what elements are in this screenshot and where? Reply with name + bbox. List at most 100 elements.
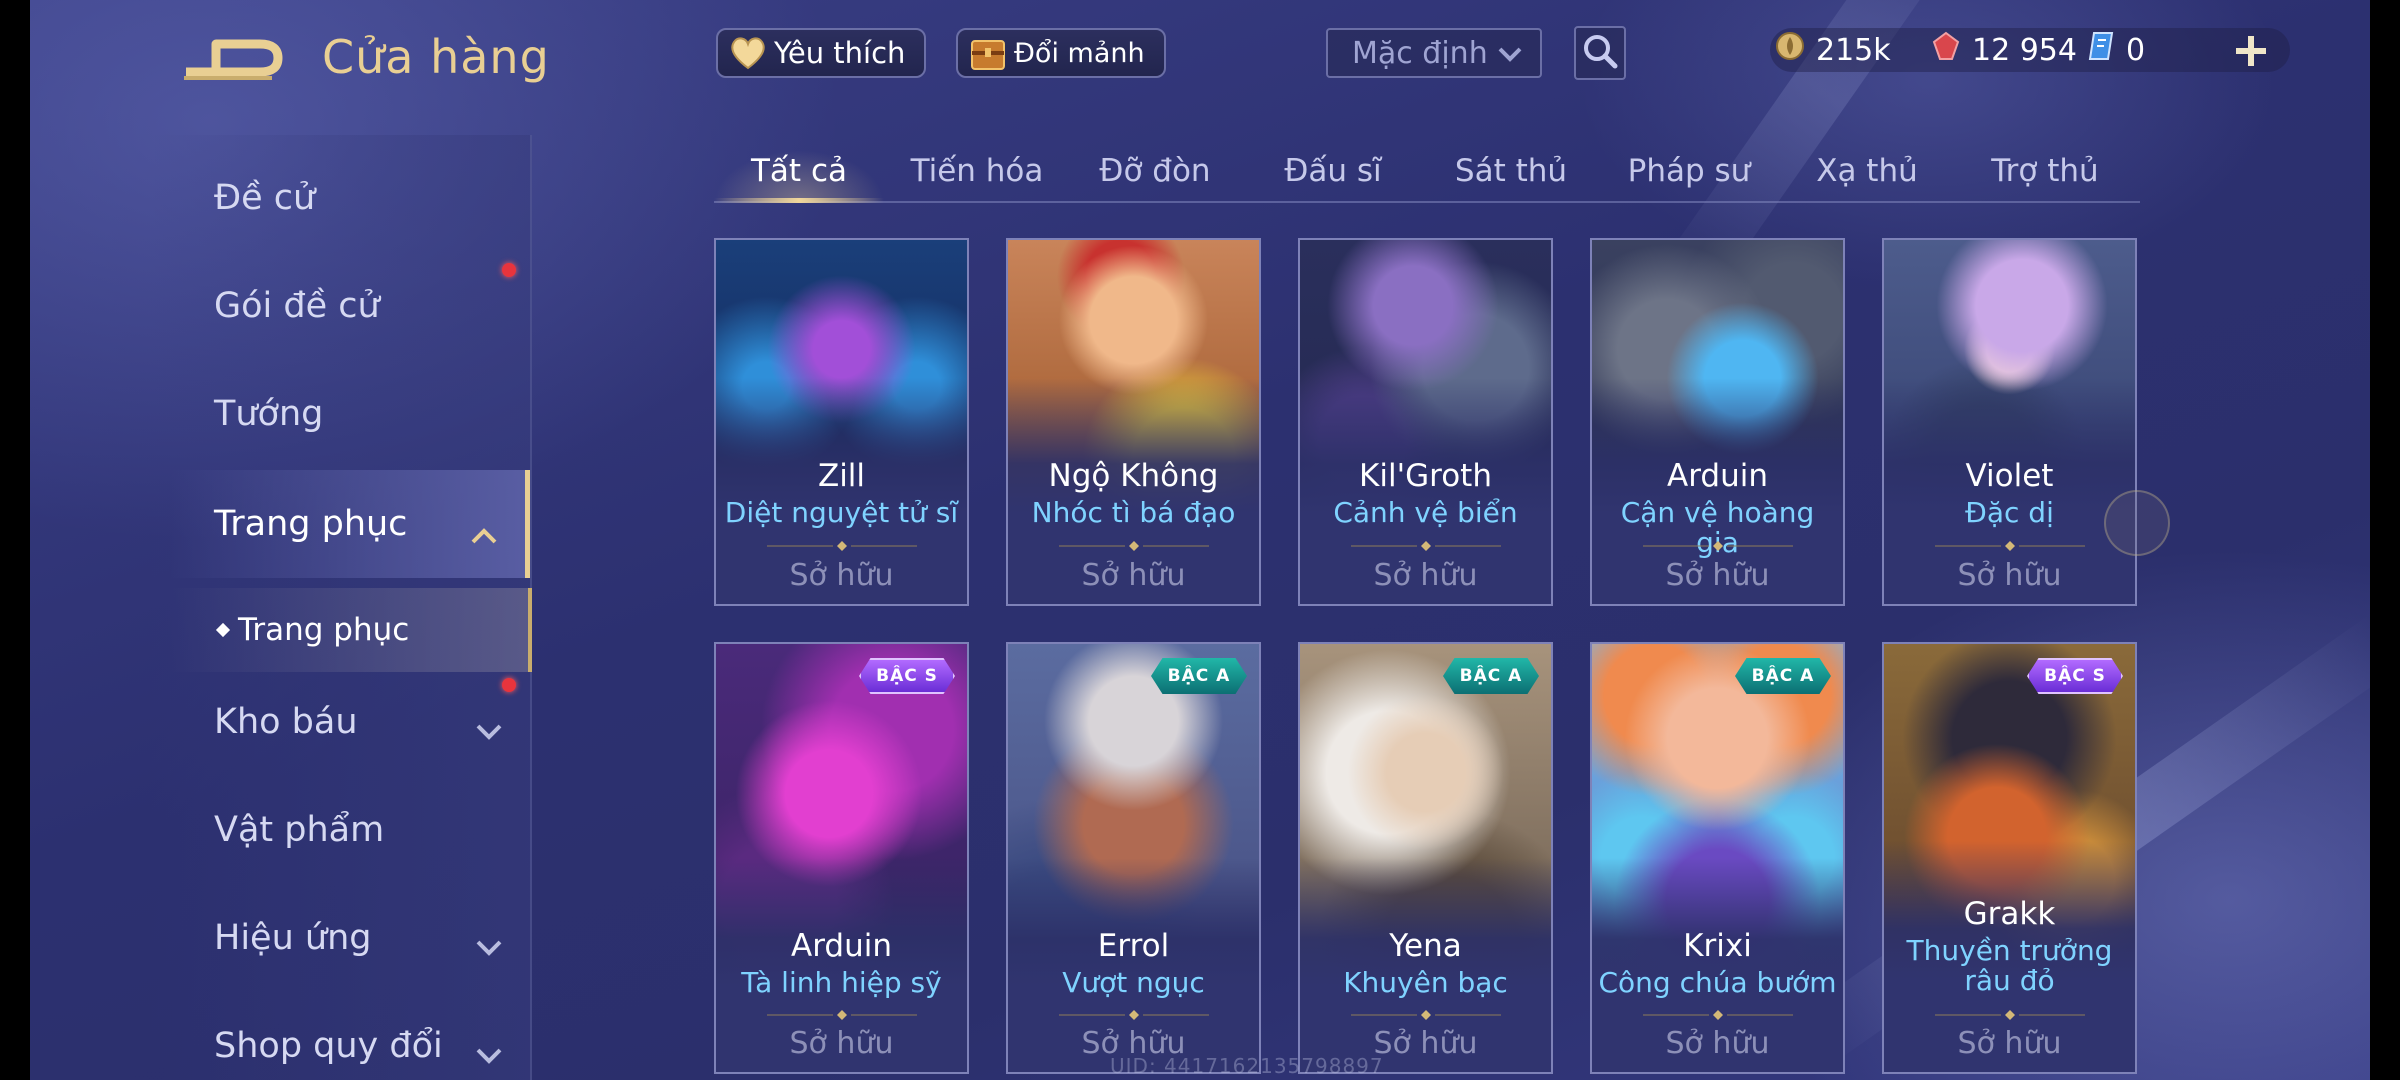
skin-name: Cảnh vệ biển <box>1333 496 1518 529</box>
search-button[interactable] <box>1574 26 1626 80</box>
skin-name: Thuyền trưởng râu đỏ <box>1906 934 2113 997</box>
gem-balance: 12 954 <box>1930 28 2077 72</box>
ornament-divider <box>1934 541 2085 551</box>
tier-badge: BẬC A <box>1735 658 1831 694</box>
sidebar-item-effects[interactable]: Hiệu ứng <box>170 888 530 988</box>
tab-tank[interactable]: Đỡ đòn <box>1070 140 1240 202</box>
sidebar-subitem-skins[interactable]: Trang phục <box>170 588 532 672</box>
voucher-icon <box>2086 30 2116 70</box>
owned-status: Sở hữu <box>1665 558 1770 593</box>
sidebar-item-label: Tướng <box>214 394 324 434</box>
hero-name: Arduin <box>1667 458 1768 494</box>
sidebar-item-recommended[interactable]: Đề cử <box>170 148 530 248</box>
tab-all[interactable]: Tất cả <box>714 140 884 202</box>
skin-name: Nhóc tì bá đạo <box>1031 496 1236 529</box>
favorites-label: Yêu thích <box>774 36 906 70</box>
scroll-hint-icon[interactable] <box>2104 490 2170 556</box>
ornament-divider <box>1642 1010 1793 1020</box>
owned-status: Sở hữu <box>1957 558 2062 593</box>
owned-status: Sở hữu <box>1665 1026 1770 1061</box>
sidebar-item-heroes[interactable]: Tướng <box>170 364 530 464</box>
fragment-exchange-label: Đổi mảnh <box>1014 37 1145 69</box>
voucher-balance: 0 <box>2086 28 2145 72</box>
sidebar-item-items[interactable]: Vật phẩm <box>170 780 530 880</box>
ornament-divider <box>1934 1010 2085 1020</box>
tab-mage[interactable]: Pháp sư <box>1604 140 1774 202</box>
gold-amount: 215k <box>1816 32 1891 68</box>
skin-card[interactable]: BẬC A Yena Khuyên bạc Sở hữu <box>1298 642 1553 1074</box>
user-id-watermark: UID: 4417162135798897 <box>1110 1054 1384 1078</box>
skin-card[interactable]: BẬC S Grakk Thuyền trưởng râu đỏ Sở hữu <box>1882 642 2137 1074</box>
hero-name: Kil'Groth <box>1359 458 1492 494</box>
tab-evolution[interactable]: Tiến hóa <box>892 140 1062 202</box>
tab-fighter[interactable]: Đấu sĩ <box>1248 140 1418 202</box>
owned-status: Sở hữu <box>1373 558 1478 593</box>
ornament-divider <box>1350 1010 1501 1020</box>
chevron-down-icon <box>476 926 502 956</box>
heart-icon <box>728 33 768 73</box>
skin-name: Đặc dị <box>1965 496 2054 529</box>
skin-name: Vượt ngục <box>1062 966 1205 999</box>
treasure-chest-icon <box>968 33 1008 73</box>
skin-card[interactable]: Zill Diệt nguyệt tử sĩ Sở hữu <box>714 238 969 606</box>
owned-status: Sở hữu <box>789 558 894 593</box>
sidebar-item-treasure[interactable]: Kho báu <box>170 672 530 772</box>
gem-amount: 12 954 <box>1972 32 2077 68</box>
category-tabs: Tất cả Tiến hóa Đỡ đòn Đấu sĩ Sát thủ Ph… <box>714 140 2140 204</box>
skin-name: Khuyên bạc <box>1343 966 1508 999</box>
ornament-divider <box>1642 541 1793 551</box>
sidebar-subitem-label: Trang phục <box>238 612 410 648</box>
chevron-down-icon <box>1494 38 1526 78</box>
sidebar-item-label: Vật phẩm <box>214 810 385 850</box>
gold-balance: 215k <box>1774 28 1891 72</box>
hero-name: Grakk <box>1963 896 2056 932</box>
voucher-amount: 0 <box>2126 32 2146 68</box>
skin-card[interactable]: Ngộ Không Nhóc tì bá đạo Sở hữu <box>1006 238 1261 606</box>
skin-card[interactable]: Kil'Groth Cảnh vệ biển Sở hữu <box>1298 238 1553 606</box>
skin-card[interactable]: BẬC S Arduin Tà linh hiệp sỹ Sở hữu <box>714 642 969 1074</box>
sidebar-item-label: Shop quy đổi <box>214 1026 443 1066</box>
sidebar-item-label: Kho báu <box>214 702 358 742</box>
skin-card[interactable]: Arduin Cận vệ hoàng gia Sở hữu <box>1590 238 1845 606</box>
add-currency-button[interactable] <box>2228 28 2274 74</box>
sidebar-item-exchange-shop[interactable]: Shop quy đổi <box>170 996 530 1080</box>
sort-dropdown[interactable]: Mặc định <box>1326 28 1542 78</box>
red-gem-icon <box>1930 30 1962 70</box>
sidebar-item-label: Trang phục <box>214 504 408 544</box>
tier-badge: BẬC A <box>1443 658 1539 694</box>
favorites-button[interactable]: Yêu thích <box>716 28 926 78</box>
sidebar-item-label: Gói đề cử <box>214 286 380 326</box>
back-arrow-icon[interactable] <box>182 28 292 88</box>
hero-name: Ngộ Không <box>1048 458 1219 494</box>
skin-name: Công chúa bướm <box>1598 966 1837 999</box>
chevron-down-icon <box>476 1034 502 1064</box>
hero-name: Errol <box>1097 928 1170 964</box>
hero-name: Yena <box>1389 928 1462 964</box>
hero-name: Violet <box>1965 458 2054 494</box>
ornament-divider <box>1350 541 1501 551</box>
skin-card[interactable]: Violet Đặc dị Sở hữu <box>1882 238 2137 606</box>
sidebar-item-skins[interactable]: Trang phục <box>170 470 530 578</box>
chevron-up-icon <box>471 514 497 544</box>
ornament-divider <box>766 1010 917 1020</box>
tab-marksman[interactable]: Xạ thủ <box>1782 140 1952 202</box>
skin-card[interactable]: BẬC A Errol Vượt ngục Sở hữu <box>1006 642 1261 1074</box>
tab-assassin[interactable]: Sát thủ <box>1426 140 1596 202</box>
ornament-divider <box>1058 541 1209 551</box>
skin-card[interactable]: BẬC A Krixi Công chúa bướm Sở hữu <box>1590 642 1845 1074</box>
diamond-bullet-icon <box>215 622 231 638</box>
shop-screen: Cửa hàng Yêu thích Đổi mảnh Mặc định 215… <box>30 0 2370 1080</box>
page-title: Cửa hàng <box>322 30 550 84</box>
tab-support[interactable]: Trợ thủ <box>1960 140 2130 202</box>
notification-dot <box>502 263 516 277</box>
fragment-exchange-button[interactable]: Đổi mảnh <box>956 28 1166 78</box>
hero-name: Krixi <box>1683 928 1752 964</box>
ornament-divider <box>1058 1010 1209 1020</box>
sidebar-item-recommended-bundles[interactable]: Gói đề cử <box>170 256 530 356</box>
hero-name: Arduin <box>791 928 892 964</box>
tier-badge: BẬC A <box>1151 658 1247 694</box>
owned-status: Sở hữu <box>1957 1026 2062 1061</box>
gold-coin-icon <box>1774 30 1806 70</box>
tier-badge: BẬC S <box>859 658 955 694</box>
skin-name: Tà linh hiệp sỹ <box>741 966 942 999</box>
